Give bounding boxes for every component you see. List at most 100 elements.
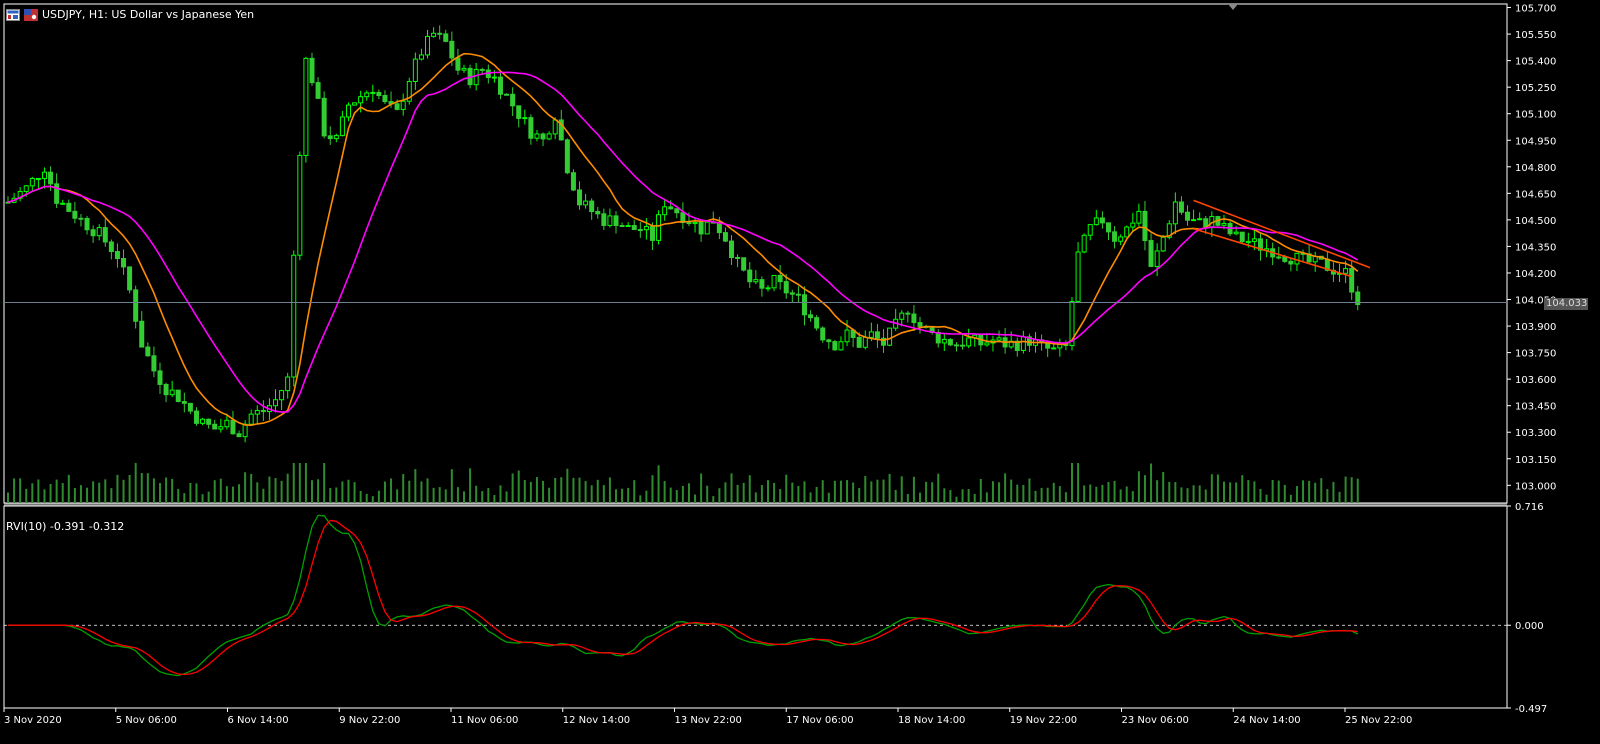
- candle-body: [546, 133, 552, 140]
- volume-bar: [493, 495, 496, 503]
- chart-shift-marker[interactable]: [1228, 4, 1238, 10]
- candle-body: [1203, 218, 1209, 228]
- time-tick-label: 12 Nov 14:00: [563, 715, 630, 726]
- volume-bar: [505, 491, 508, 503]
- candle-body: [187, 402, 193, 412]
- volume-bar: [773, 482, 776, 503]
- candle-body: [887, 327, 893, 346]
- volume-bar: [183, 493, 186, 503]
- volume-bar: [639, 495, 642, 503]
- price-tick-label: 103.750: [1515, 349, 1556, 360]
- candle-body: [1105, 222, 1111, 233]
- candle-body: [1178, 201, 1184, 213]
- candle-body: [358, 96, 364, 104]
- volume-bar: [718, 488, 721, 503]
- candle-body: [461, 67, 467, 71]
- volume-bar: [487, 488, 490, 503]
- candle-body: [729, 240, 735, 259]
- candle-body: [1191, 219, 1197, 222]
- volume-bar: [912, 476, 915, 503]
- current-price-tag: 104.033: [1544, 298, 1588, 310]
- volume-bar: [463, 491, 465, 503]
- volume-bar: [1125, 486, 1128, 503]
- candle-body: [814, 317, 820, 329]
- candle-body: [1118, 236, 1124, 242]
- volume-bar: [116, 474, 119, 503]
- volume-bar: [925, 481, 928, 503]
- volume-bar: [396, 489, 399, 503]
- candle-body: [127, 266, 133, 291]
- volume-bar: [724, 482, 727, 503]
- volume-bar: [852, 482, 855, 503]
- volume-bar: [833, 480, 836, 503]
- candle-body: [516, 105, 522, 119]
- volume-bar: [31, 483, 34, 503]
- volume-bar: [687, 483, 690, 503]
- volume-bar: [414, 469, 417, 503]
- candle-body: [35, 177, 41, 180]
- volume-bar: [651, 475, 654, 503]
- volume-bar: [1022, 484, 1025, 503]
- candle-body: [175, 389, 181, 403]
- candle-body: [455, 57, 461, 71]
- volume-bar: [973, 493, 976, 503]
- volume-bar: [694, 494, 697, 503]
- volume-bar: [152, 478, 155, 503]
- candle-body: [394, 103, 400, 110]
- volume-bar: [566, 468, 569, 503]
- volume-bar: [1229, 482, 1232, 503]
- volume-bar: [1356, 478, 1359, 503]
- volume-bar: [578, 477, 581, 503]
- candle-body: [613, 215, 619, 226]
- trendline[interactable]: [1193, 227, 1352, 278]
- volume-bar: [1083, 485, 1086, 503]
- volume-bar: [876, 479, 879, 503]
- candle-body: [121, 258, 127, 268]
- volume-bar: [748, 475, 751, 503]
- candle-body: [90, 229, 96, 237]
- volume-bar: [548, 487, 551, 503]
- candle-body: [966, 337, 972, 347]
- volume-bar: [809, 492, 812, 503]
- candle-body: [1288, 260, 1294, 265]
- volume-bar: [991, 481, 994, 503]
- volume-bar: [858, 488, 861, 503]
- candle-body: [321, 97, 327, 137]
- volume-bar: [791, 482, 794, 503]
- volume-bar: [146, 473, 149, 503]
- volume-bar: [1101, 484, 1104, 503]
- time-tick-label: 25 Nov 22:00: [1345, 715, 1412, 726]
- volume-bar: [1180, 487, 1183, 503]
- candle-body: [953, 344, 959, 347]
- volume-bar: [207, 491, 210, 503]
- candle-body: [692, 221, 698, 225]
- chart-canvas[interactable]: 103.000 103.150 103.300 103.450 103.600 103.7…: [0, 0, 1600, 744]
- volume-bar: [256, 482, 259, 503]
- volume-bar: [633, 480, 636, 503]
- candle-body: [1276, 256, 1282, 259]
- candle-body: [577, 189, 583, 206]
- volume-bar: [1350, 477, 1353, 503]
- candle-body: [564, 139, 570, 174]
- candle-body: [504, 93, 510, 96]
- flag-icon: [24, 8, 38, 21]
- volume-bar: [937, 473, 940, 503]
- candle-body: [382, 94, 388, 103]
- candle-body: [716, 222, 722, 234]
- volume-bar: [286, 473, 289, 503]
- price-tick-label: 105.100: [1515, 110, 1556, 121]
- volume-bar: [1052, 482, 1055, 503]
- volume-bar: [675, 490, 678, 503]
- volume-bar: [1131, 491, 1134, 503]
- volume-bar: [438, 487, 441, 503]
- volume-bar: [967, 489, 970, 503]
- candle-body: [1148, 240, 1154, 267]
- candle-body: [1282, 256, 1288, 262]
- volume-bar: [870, 481, 873, 503]
- candle-body: [777, 274, 783, 283]
- candle-body: [1251, 238, 1257, 242]
- candle-body: [254, 409, 260, 415]
- volume-bar: [846, 480, 849, 503]
- trendline[interactable]: [1193, 199, 1371, 269]
- candle-body: [315, 82, 321, 99]
